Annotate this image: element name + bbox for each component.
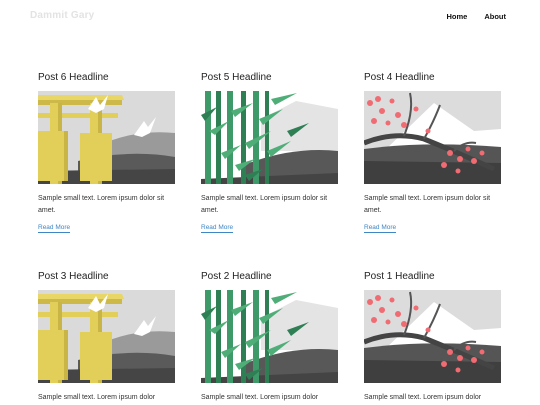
bamboo-illustration [201, 290, 338, 383]
torii-gate-illustration [38, 290, 175, 383]
post-thumbnail[interactable] [201, 91, 338, 184]
post-card: Post 4 Headline Sample small text. Lorem… [364, 72, 504, 233]
cherry-blossom-mountain-illustration [364, 290, 501, 383]
post-thumbnail[interactable] [38, 91, 175, 184]
post-thumbnail[interactable] [201, 290, 338, 383]
read-more-link[interactable]: Read More [364, 224, 397, 233]
nav-home-link[interactable]: Home [446, 12, 467, 21]
read-more-link[interactable]: Read More [201, 224, 234, 233]
main-nav: Home About [446, 12, 506, 21]
post-card: Post 3 Headline Sample small text. Lorem… [38, 271, 178, 401]
cherry-blossom-mountain-illustration [364, 91, 501, 184]
post-thumbnail[interactable] [364, 290, 501, 383]
bamboo-illustration [201, 91, 338, 184]
post-title[interactable]: Post 4 Headline [364, 72, 504, 83]
post-title[interactable]: Post 1 Headline [364, 271, 504, 282]
post-excerpt: Sample small text. Lorem ipsum dolor sit… [364, 195, 491, 214]
post-excerpt: Sample small text. Lorem ipsum dolor sit… [38, 195, 165, 214]
post-excerpt: Sample small text. Lorem ipsum dolor [201, 394, 319, 401]
post-card: Post 1 Headline Sample small text. Lorem… [364, 271, 504, 401]
post-title[interactable]: Post 3 Headline [38, 271, 178, 282]
read-more-link[interactable]: Read More [38, 224, 71, 233]
post-excerpt: Sample small text. Lorem ipsum dolor [38, 394, 156, 401]
torii-gate-illustration [38, 91, 175, 184]
post-thumbnail[interactable] [364, 91, 501, 184]
post-title[interactable]: Post 5 Headline [201, 72, 341, 83]
post-excerpt: Sample small text. Lorem ipsum dolor [364, 394, 482, 401]
post-card: Post 5 Headline Sample small text. Lorem… [201, 72, 341, 233]
post-title[interactable]: Post 2 Headline [201, 271, 341, 282]
post-card: Post 2 Headline Sample small text. Lorem… [201, 271, 341, 401]
post-excerpt: Sample small text. Lorem ipsum dolor sit… [201, 195, 328, 214]
post-title[interactable]: Post 6 Headline [38, 72, 178, 83]
post-thumbnail[interactable] [38, 290, 175, 383]
site-brand[interactable]: Dammit Gary [30, 10, 94, 21]
post-card: Post 6 Headline Sample small text. Lorem… [38, 72, 178, 233]
nav-about-link[interactable]: About [484, 12, 506, 21]
